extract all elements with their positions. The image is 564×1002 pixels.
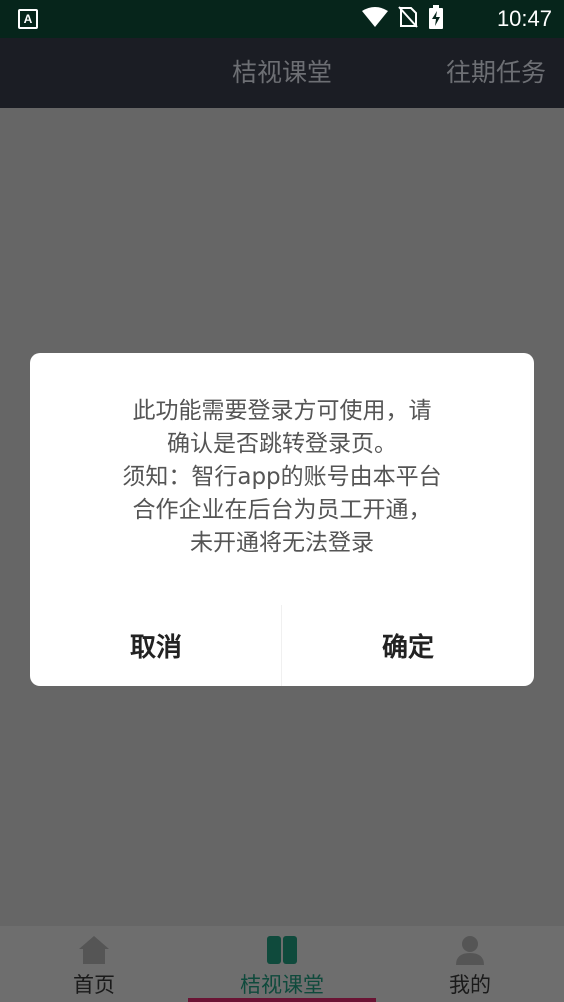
past-tasks-button[interactable]: 往期任务 — [446, 56, 546, 90]
nav-label-profile: 我的 — [449, 973, 491, 997]
dialog-message: 此功能需要登录方可使用，请 确认是否跳转登录页。 须知：智行app的账号由本平台… — [122, 398, 442, 556]
status-time: 10:47 — [496, 6, 552, 31]
nav-item-course[interactable]: 桔视课堂 — [188, 926, 376, 1002]
nav-label-home: 首页 — [73, 973, 115, 997]
battery-charging-icon — [428, 5, 444, 33]
active-tab-indicator — [188, 998, 376, 1002]
no-sim-icon — [398, 6, 418, 32]
nav-item-profile[interactable]: 我的 — [376, 926, 564, 1002]
cancel-button[interactable]: 取消 — [30, 605, 282, 686]
login-prompt-dialog: 此功能需要登录方可使用，请 确认是否跳转登录页。 须知：智行app的账号由本平台… — [30, 353, 534, 686]
dialog-actions: 取消 确定 — [30, 605, 534, 686]
bottom-nav: 首页 桔视课堂 我的 — [0, 926, 564, 1002]
app-notification-icon: A — [18, 9, 38, 29]
person-icon — [453, 934, 487, 966]
nav-label-course: 桔视课堂 — [240, 973, 324, 997]
app-header: 桔视课堂 往期任务 — [0, 38, 564, 108]
nav-item-home[interactable]: 首页 — [0, 926, 188, 1002]
dialog-divider — [281, 605, 282, 686]
book-icon — [265, 934, 299, 966]
home-icon — [77, 934, 111, 966]
status-bar: A 10:47 — [0, 0, 564, 38]
confirm-button[interactable]: 确定 — [282, 605, 534, 686]
wifi-icon — [362, 7, 388, 31]
status-icons — [362, 5, 444, 33]
